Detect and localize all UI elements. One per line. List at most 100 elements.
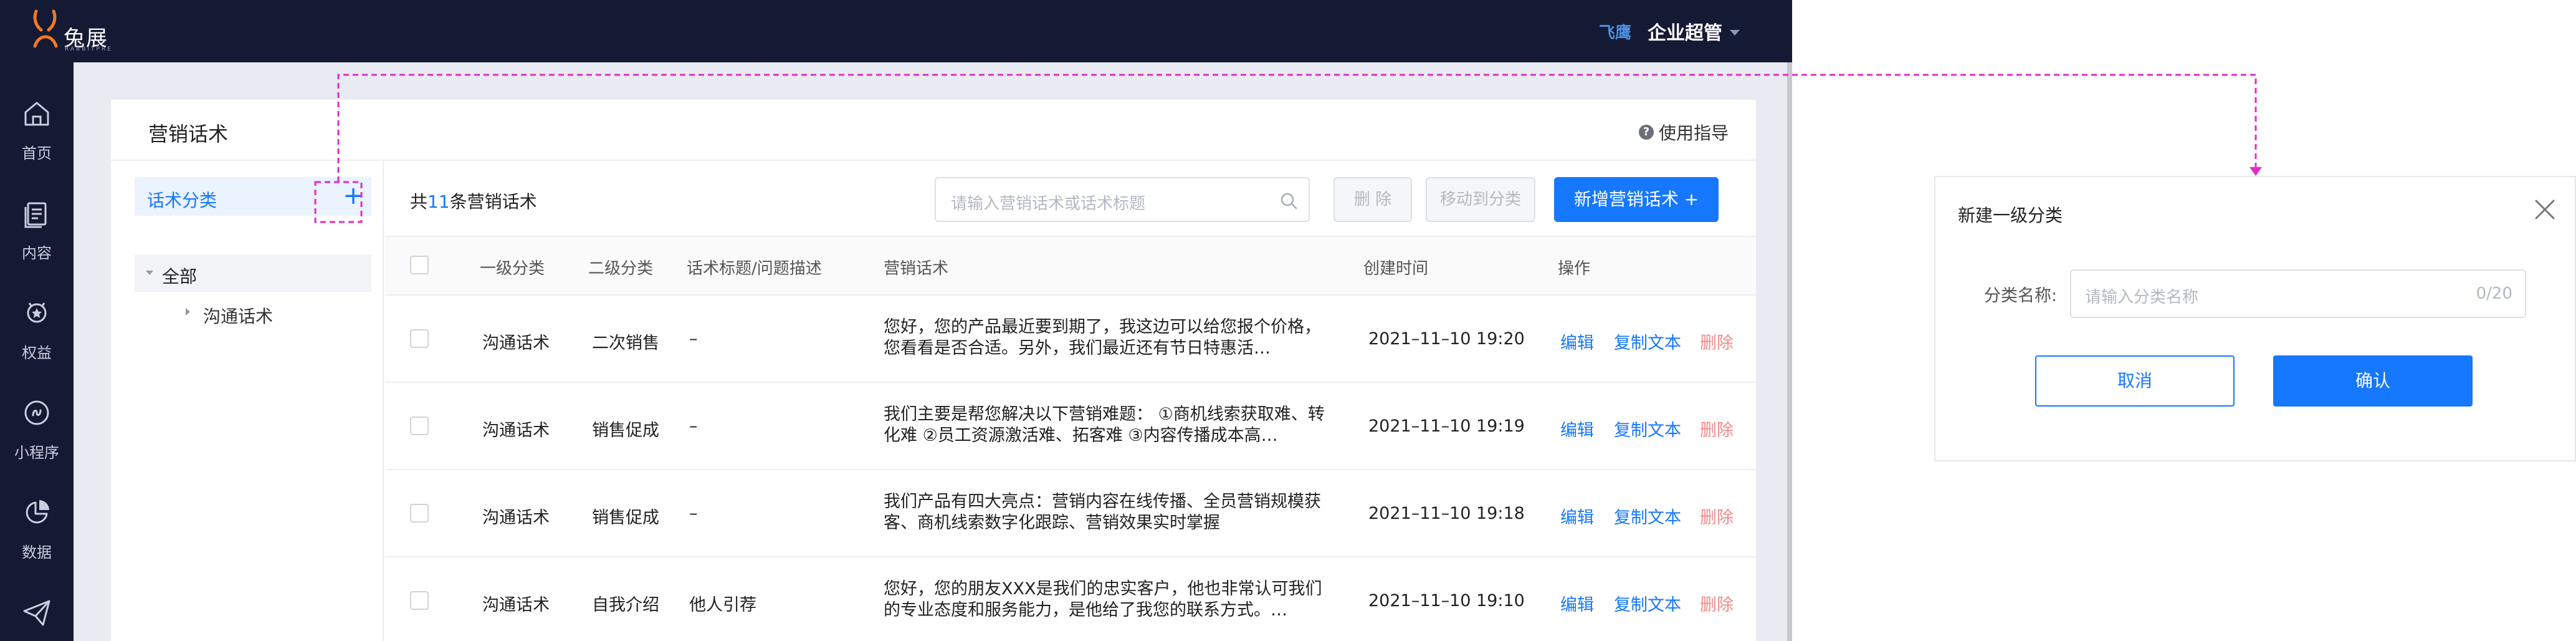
cell-title: 他人引荐 bbox=[689, 595, 756, 615]
sidebar-item-label: 小程序 bbox=[14, 444, 59, 461]
logo-subtext: RABBITPRE bbox=[65, 46, 113, 52]
cell-level2: 销售促成 bbox=[592, 421, 659, 440]
scrollbar[interactable] bbox=[1787, 62, 1792, 641]
sidebar-item-rights[interactable]: 权益 bbox=[0, 262, 74, 362]
tree-item-label: 沟通话术 bbox=[203, 306, 274, 327]
move-to-category-button[interactable]: 移动到分类 bbox=[1426, 177, 1535, 222]
send-icon bbox=[23, 600, 50, 626]
table-row[interactable]: 沟通话术 二次销售 – 您好，您的产品最近要到期了，我这边可以给您报个价格，您看… bbox=[385, 296, 1756, 383]
column-header: 话术标题/问题描述 bbox=[687, 259, 822, 278]
page-title: 营销话术 bbox=[148, 122, 229, 146]
edit-link[interactable]: 编辑 bbox=[1560, 329, 1594, 354]
cell-title: – bbox=[689, 329, 698, 349]
search-placeholder: 请输入营销话术或话术标题 bbox=[951, 195, 1146, 213]
row-checkbox[interactable] bbox=[410, 329, 429, 348]
cell-level2: 自我介绍 bbox=[592, 595, 659, 615]
sidebar-item-label: 权益 bbox=[22, 344, 52, 362]
add-script-button[interactable]: 新增营销话术 + bbox=[1554, 177, 1719, 222]
cell-level2: 二次销售 bbox=[592, 334, 659, 353]
user-role-label: 企业超管 bbox=[1648, 22, 1722, 44]
cell-title: – bbox=[689, 504, 698, 523]
edit-link[interactable]: 编辑 bbox=[1560, 417, 1594, 441]
search-input[interactable]: 请输入营销话术或话术标题 bbox=[935, 177, 1310, 222]
category-header-label: 话术分类 bbox=[147, 190, 217, 211]
cell-time: 2021–11–10 19:20 bbox=[1368, 329, 1525, 349]
column-header: 营销话术 bbox=[884, 259, 949, 278]
user-menu[interactable]: 飞鹰 企业超管 bbox=[1599, 17, 1740, 45]
char-counter: 0/20 bbox=[2476, 284, 2512, 303]
delete-link[interactable]: 删除 bbox=[1700, 504, 1734, 528]
tree-item-communication[interactable]: 沟通话术 bbox=[135, 294, 371, 332]
caret-down-icon[interactable] bbox=[146, 271, 153, 275]
dialog-title: 新建一级分类 bbox=[1958, 205, 2063, 226]
cell-title: – bbox=[689, 417, 698, 436]
row-checkbox[interactable] bbox=[410, 591, 429, 610]
logo[interactable]: 兔展 RABBITPRE bbox=[30, 5, 130, 57]
cell-script: 您好，您的朋友XXX是我们的忠实客户，他也非常认可我们的专业态度和服务能力，是他… bbox=[884, 579, 1322, 620]
row-checkbox[interactable] bbox=[410, 504, 429, 523]
app-window: 兔展 RABBITPRE 飞鹰 企业超管 首页 内容 权益 小程序 数据 营销话… bbox=[0, 0, 1792, 641]
table-row[interactable]: 沟通话术 自我介绍 他人引荐 您好，您的朋友XXX是我们的忠实客户，他也非常认可… bbox=[385, 557, 1756, 641]
column-header: 二级分类 bbox=[588, 259, 654, 278]
caret-right-icon[interactable] bbox=[186, 308, 190, 316]
table-row[interactable]: 沟通话术 销售促成 – 我们产品有四大亮点：营销内容在线传播、全员营销规模获客、… bbox=[385, 470, 1756, 557]
home-icon bbox=[24, 102, 49, 126]
delete-button[interactable]: 删 除 bbox=[1333, 177, 1412, 222]
sidebar-item-data[interactable]: 数据 bbox=[0, 461, 74, 561]
cancel-button[interactable]: 取消 bbox=[2035, 355, 2235, 407]
column-header: 创建时间 bbox=[1363, 259, 1429, 278]
sidebar-item-label: 数据 bbox=[22, 544, 52, 561]
content-icon bbox=[24, 202, 47, 228]
cell-time: 2021–11–10 19:19 bbox=[1368, 417, 1525, 436]
help-link[interactable]: ? 使用指导 bbox=[1638, 120, 1729, 145]
select-all-checkbox[interactable] bbox=[410, 256, 429, 274]
edit-link[interactable]: 编辑 bbox=[1560, 591, 1594, 615]
cell-time: 2021–11–10 19:18 bbox=[1368, 504, 1525, 523]
row-checkbox[interactable] bbox=[410, 417, 429, 435]
delete-link[interactable]: 删除 bbox=[1700, 329, 1734, 354]
count-prefix: 共 bbox=[410, 191, 428, 212]
delete-link[interactable]: 删除 bbox=[1700, 591, 1734, 615]
tree-item-all[interactable]: 全部 bbox=[135, 254, 371, 292]
org-tag: 飞鹰 bbox=[1599, 23, 1632, 42]
record-count: 共11条营销话术 bbox=[410, 188, 537, 213]
copy-text-link[interactable]: 复制文本 bbox=[1614, 417, 1681, 441]
edit-link[interactable]: 编辑 bbox=[1560, 504, 1594, 528]
sidebar-item-send[interactable] bbox=[0, 561, 74, 641]
tree-item-label: 全部 bbox=[162, 266, 198, 287]
column-header: 操作 bbox=[1558, 259, 1591, 278]
table-row[interactable]: 沟通话术 销售促成 – 我们主要是帮您解决以下营销难题： ①商机线索获取难、转化… bbox=[385, 383, 1756, 470]
table-header: 一级分类 二级分类 话术标题/问题描述 营销话术 创建时间 操作 bbox=[385, 236, 1756, 296]
count-number: 11 bbox=[427, 191, 450, 212]
copy-text-link[interactable]: 复制文本 bbox=[1614, 504, 1681, 528]
cell-level2: 销售促成 bbox=[592, 508, 659, 528]
sidebar-item-content[interactable]: 内容 bbox=[0, 162, 74, 262]
card-header: 营销话术 ? 使用指导 bbox=[111, 100, 1756, 161]
category-header: 话术分类 + bbox=[135, 177, 371, 216]
search-icon[interactable] bbox=[1279, 191, 1299, 211]
cell-time: 2021–11–10 19:10 bbox=[1368, 591, 1525, 610]
category-name-input[interactable]: 请输入分类名称 0/20 bbox=[2070, 269, 2526, 318]
copy-text-link[interactable]: 复制文本 bbox=[1614, 329, 1681, 354]
category-name-placeholder: 请输入分类名称 bbox=[2085, 288, 2199, 307]
column-header: 一级分类 bbox=[480, 259, 545, 278]
sidebar-item-miniprogram[interactable]: 小程序 bbox=[0, 362, 74, 461]
cell-level1: 沟通话术 bbox=[482, 334, 550, 353]
delete-link[interactable]: 删除 bbox=[1700, 417, 1734, 441]
top-bar: 兔展 RABBITPRE 飞鹰 企业超管 bbox=[0, 0, 1792, 62]
count-suffix: 条营销话术 bbox=[449, 191, 537, 212]
miniprogram-icon bbox=[24, 400, 49, 425]
confirm-button[interactable]: 确认 bbox=[2273, 355, 2473, 407]
sidebar-item-home[interactable]: 首页 bbox=[0, 62, 74, 162]
cell-level1: 沟通话术 bbox=[482, 421, 550, 440]
chevron-down-icon bbox=[1730, 29, 1740, 36]
scripts-pane: 共11条营销话术 请输入营销话术或话术标题 删 除 移动到分类 新增营销话术 +… bbox=[385, 161, 1756, 641]
close-icon[interactable] bbox=[2532, 197, 2557, 222]
category-pane: 话术分类 + 全部 沟通话术 bbox=[111, 161, 384, 641]
cell-script: 我们产品有四大亮点：营销内容在线传播、全员营销规模获客、商机线索数字化跟踪、营销… bbox=[884, 492, 1321, 533]
copy-text-link[interactable]: 复制文本 bbox=[1614, 591, 1681, 615]
cell-level1: 沟通话术 bbox=[482, 595, 550, 615]
cell-level1: 沟通话术 bbox=[482, 508, 550, 528]
add-category-button[interactable]: + bbox=[339, 182, 368, 211]
sidebar-item-label: 内容 bbox=[22, 244, 52, 262]
